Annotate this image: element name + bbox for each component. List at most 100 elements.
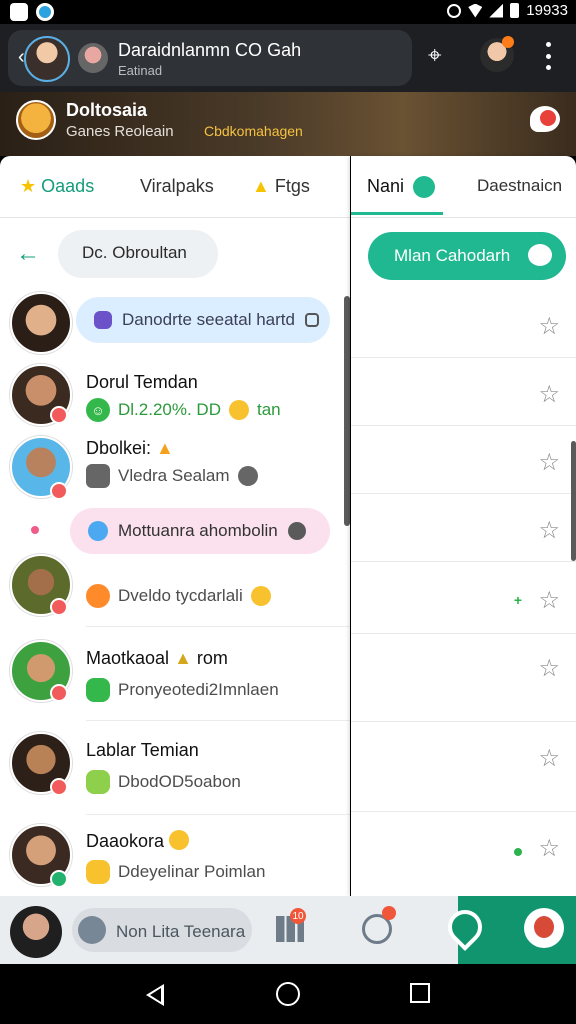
divider	[86, 814, 350, 815]
chat-row-bubble[interactable]: Danodrte seeatal hartd	[0, 292, 350, 362]
message-icon	[528, 244, 552, 266]
tab-nani[interactable]: Nani	[367, 176, 404, 197]
chat-name: Dorul Temdan	[86, 372, 198, 392]
notification-dot	[540, 110, 556, 126]
plus-icon[interactable]: +	[514, 592, 522, 608]
smile-icon: ☺	[86, 398, 110, 422]
more-icon[interactable]	[287, 522, 306, 540]
chat-row[interactable]: Daaokora Ddeyelinar Poimlan	[0, 822, 350, 896]
star-icon[interactable]: ☆	[538, 744, 560, 773]
chat-icon	[86, 678, 110, 702]
triangle-icon: ▲	[252, 176, 270, 196]
app-notification-icon	[36, 3, 54, 21]
copy-icon[interactable]	[304, 313, 319, 327]
battery-icon	[510, 3, 520, 18]
recent-apps-icon[interactable]	[410, 983, 430, 1003]
chat-preview: ☺ Dl.2.20%. DD tan	[86, 398, 281, 422]
star-icon[interactable]: ☆	[538, 834, 560, 863]
bubble-text: Danodrte seeatal hartd	[122, 310, 295, 329]
emoji-icon	[228, 400, 249, 420]
profile-badge	[502, 36, 514, 48]
message-bubble[interactable]: Danodrte seeatal hartd	[76, 297, 330, 343]
status-time: 19933	[526, 2, 568, 19]
star-icon[interactable]: ☆	[538, 516, 560, 545]
chat-row[interactable]: Dorul Temdan ☺ Dl.2.20%. DD tan	[0, 362, 350, 436]
lock-icon	[94, 311, 112, 329]
favorite-row[interactable]: + ☆	[351, 562, 576, 634]
favorite-row[interactable]: ☆	[351, 358, 576, 426]
avatar[interactable]	[10, 906, 62, 958]
app-bar: ‹ Daraidnlanmn CO Gah Eatinad ⌖	[0, 24, 576, 92]
bell-icon: ▲	[174, 648, 192, 668]
smile-icon	[86, 770, 110, 794]
cta-label: Mlan Cahodarh	[394, 246, 511, 265]
profile-icon[interactable]	[524, 908, 564, 948]
home-icon[interactable]	[276, 982, 300, 1006]
favorite-row[interactable]: ☆	[351, 494, 576, 562]
chat-row[interactable]: Dbolkei: ▲ Vledra Sealam	[0, 436, 350, 506]
game-banner[interactable]: Doltosaia Ganes Reoleain Cbdkomahagen	[0, 92, 576, 156]
online-dot	[514, 848, 522, 856]
scrollbar[interactable]	[571, 441, 576, 561]
star-icon[interactable]: ☆	[538, 586, 560, 615]
favorite-row[interactable]: ☆	[351, 290, 576, 358]
chat-preview: Pronyeotedi2Imnlaen	[86, 678, 279, 702]
banner-chip[interactable]: Cbdkomahagen	[204, 123, 303, 139]
more-icon[interactable]	[540, 42, 556, 70]
favorites-panel: Nani Daestnaicn Mlan Cahodarh ☆ ☆ ☆ ☆ + …	[351, 156, 576, 896]
back-icon[interactable]	[146, 984, 164, 1006]
chat-preview: Ddeyelinar Poimlan	[86, 860, 265, 884]
emoji-icon	[250, 586, 271, 606]
chat-row[interactable]: Lablar Temian DbodOD5oabon	[0, 732, 350, 816]
tab-ftgs[interactable]: ▲ Ftgs	[252, 176, 310, 197]
map-pin-icon[interactable]: ⌖	[428, 42, 442, 70]
app-bar-chat-header[interactable]: ‹ Daraidnlanmn CO Gah Eatinad	[8, 30, 412, 86]
favorite-row[interactable]: ☆	[351, 722, 576, 812]
avatar[interactable]	[24, 36, 70, 82]
favorite-row[interactable]: ☆	[351, 426, 576, 494]
chat-row[interactable]: Dveldo tycdarlali	[0, 554, 350, 628]
search-icon	[78, 916, 106, 944]
status-dot	[31, 526, 39, 534]
secondary-avatar	[78, 43, 108, 73]
search-pill[interactable]: Dc. Obroultan	[58, 230, 218, 278]
scrollbar[interactable]	[344, 296, 350, 526]
chat-row-bubble[interactable]: Mottuanra ahombolin	[0, 506, 350, 558]
tab-viralpaks[interactable]: Viralpaks	[140, 176, 214, 197]
game-controller-icon	[86, 464, 110, 488]
search-row: ← Dc. Obroultan	[0, 228, 350, 280]
primary-action-button[interactable]: Mlan Cahodarh	[368, 232, 566, 280]
wifi-icon	[468, 3, 483, 18]
unread-badge	[50, 598, 68, 616]
emoji-icon	[86, 860, 110, 884]
chat-name: Dbolkei: ▲	[86, 438, 174, 458]
chat-list-panel: ★ Oaads Viralpaks ▲ Ftgs ← Dc. Obroultan…	[0, 156, 350, 896]
bell-icon: ▲	[156, 438, 174, 458]
unread-badge	[50, 406, 68, 424]
message-bubble[interactable]: Mottuanra ahombolin	[70, 508, 330, 554]
app-subtitle: Eatinad	[118, 63, 163, 78]
back-arrow-icon[interactable]: ←	[16, 240, 40, 268]
online-badge	[50, 870, 68, 888]
star-icon[interactable]: ☆	[538, 380, 560, 409]
chat-row[interactable]: Maotkaoal ▲ rom Pronyeotedi2Imnlaen	[0, 638, 350, 722]
star-icon[interactable]: ☆	[538, 448, 560, 477]
search-bar[interactable]: Non Lita Teenara	[72, 908, 252, 952]
bottom-navigation: Non Lita Teenara 10	[0, 896, 576, 964]
favorite-row[interactable]: ☆	[351, 812, 576, 896]
tab-oaads[interactable]: ★ Oaads	[20, 176, 94, 197]
chat-name: Lablar Temian	[86, 740, 199, 760]
chat-preview: Vledra Sealam	[86, 464, 258, 488]
tab-daestnaicn[interactable]: Daestnaicn	[477, 176, 562, 196]
star-icon[interactable]: ☆	[538, 312, 560, 341]
fox-icon	[86, 584, 110, 608]
unread-badge	[50, 482, 68, 500]
status-bar: 19933	[0, 0, 576, 24]
notification-dot	[382, 906, 396, 920]
star-icon[interactable]: ☆	[538, 654, 560, 683]
chat-name: Daaokora	[86, 830, 190, 852]
chat-name: Maotkaoal ▲ rom	[86, 648, 228, 668]
favorite-row[interactable]: ☆	[351, 634, 576, 722]
right-tab-bar: Nani Daestnaicn	[351, 156, 576, 218]
divider	[86, 720, 350, 721]
